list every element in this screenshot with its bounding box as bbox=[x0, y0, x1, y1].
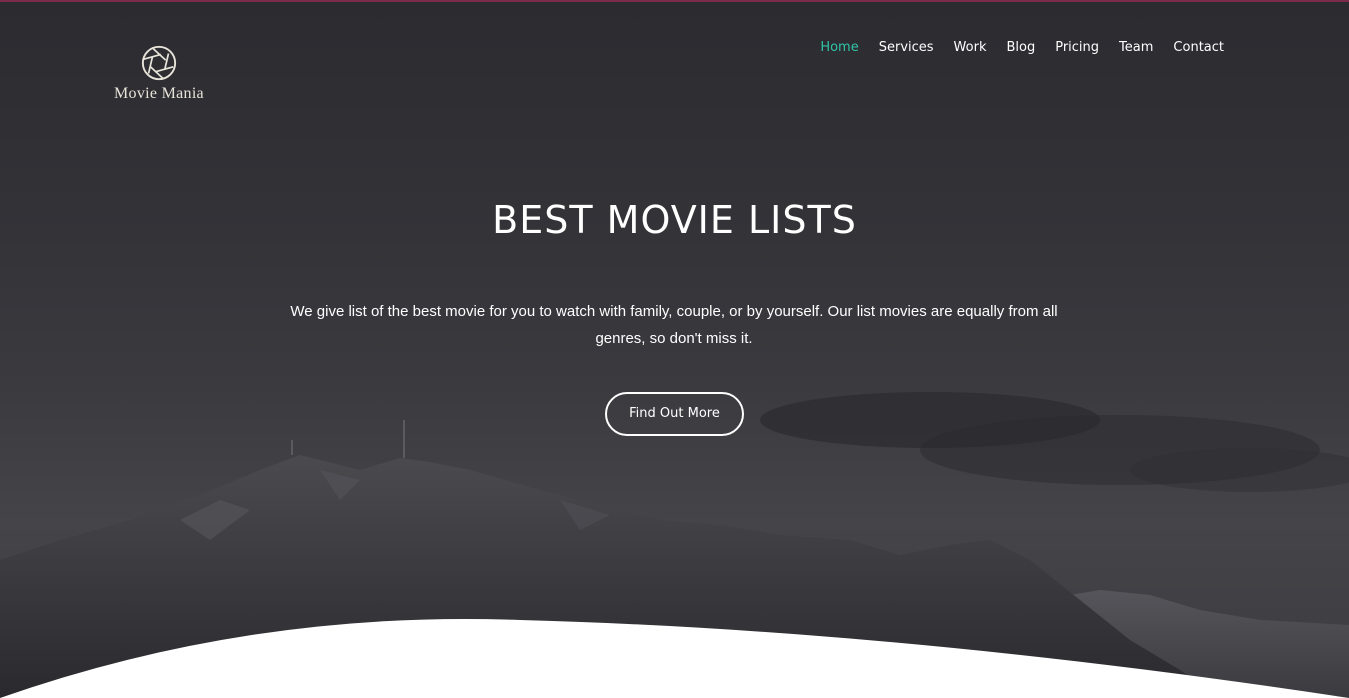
camera-aperture-icon bbox=[141, 45, 177, 81]
brand-name: Movie Mania bbox=[114, 85, 204, 102]
main-nav: Home Services Work Blog Pricing Team Con… bbox=[820, 38, 1224, 58]
nav-item-services[interactable]: Services bbox=[879, 38, 934, 58]
hero-title: BEST MOVIE LISTS bbox=[492, 198, 857, 242]
nav-item-home[interactable]: Home bbox=[820, 38, 858, 58]
nav-item-work[interactable]: Work bbox=[954, 38, 987, 58]
hero-description: We give list of the best movie for you t… bbox=[290, 303, 1058, 347]
hero-section: Movie Mania Home Services Work Blog Pric… bbox=[0, 0, 1349, 698]
nav-item-pricing[interactable]: Pricing bbox=[1055, 38, 1099, 58]
nav-item-contact[interactable]: Contact bbox=[1173, 38, 1224, 58]
find-out-more-button[interactable]: Find Out More bbox=[605, 392, 744, 436]
nav-item-team[interactable]: Team bbox=[1119, 38, 1153, 58]
nav-item-blog[interactable]: Blog bbox=[1006, 38, 1035, 58]
brand-logo[interactable]: Movie Mania bbox=[112, 44, 206, 103]
